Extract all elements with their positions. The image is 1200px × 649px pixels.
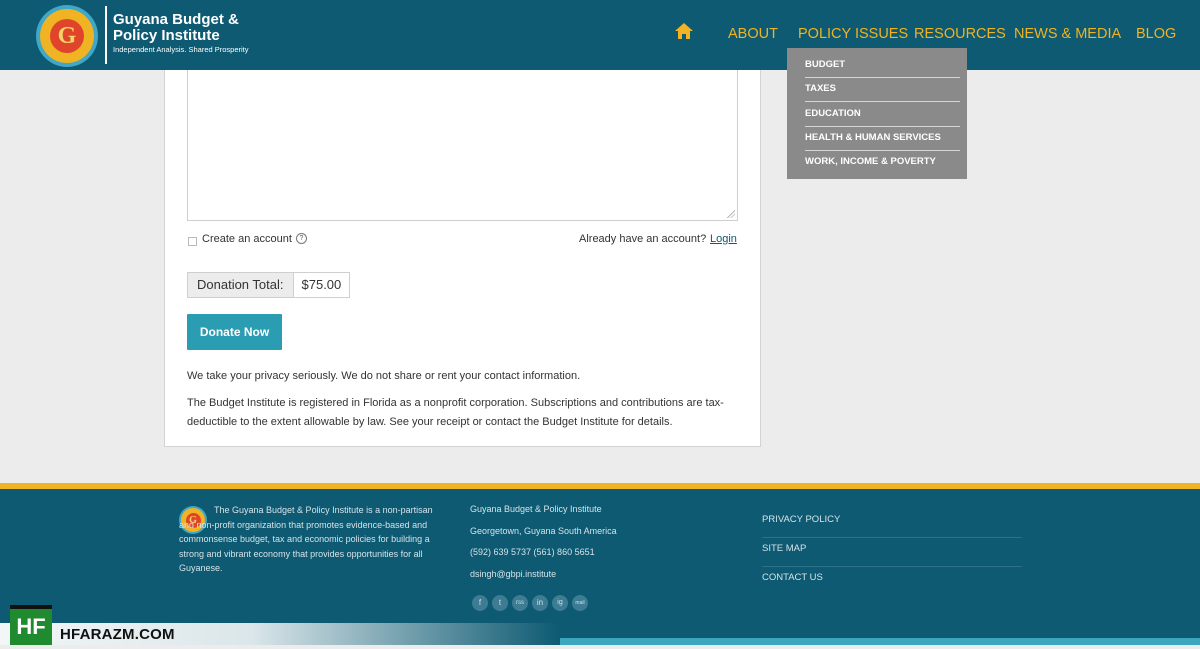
contact-us-link[interactable]: CONTACT US — [762, 567, 1022, 595]
policy-issues-dropdown: BUDGET TAXES EDUCATION HEALTH & HUMAN SE… — [787, 48, 967, 179]
logo-title-line1: Guyana Budget & — [113, 11, 239, 28]
watermark-badge: HF — [10, 605, 52, 645]
already-have-account-text: Already have an account? — [579, 233, 707, 245]
site-header: G Guyana Budget & Policy Institute Indep… — [0, 0, 1200, 70]
logo-tagline: Independent Analysis. Shared Prosperity — [113, 45, 249, 54]
logo-title-line2: Policy Institute — [113, 27, 220, 44]
logo-icon[interactable]: G — [36, 5, 98, 67]
footer-phone: (592) 639 5737 (561) 860 5651 — [470, 547, 595, 557]
footer-about-text: The Guyana Budget & Policy Institute is … — [179, 505, 433, 573]
logo-letter: G — [50, 19, 84, 53]
watermark-bottom-strip — [560, 638, 1200, 645]
nav-policy-issues[interactable]: POLICY ISSUES — [798, 26, 908, 42]
nav-about[interactable]: ABOUT — [728, 26, 778, 42]
email-icon[interactable]: mail — [572, 595, 588, 611]
nav-news-media[interactable]: NEWS & MEDIA — [1014, 26, 1121, 42]
instagram-icon[interactable]: ig — [552, 595, 568, 611]
watermark-badge-top — [10, 605, 52, 609]
donation-form-card: Create an account ? Already have an acco… — [164, 70, 761, 447]
site-map-link[interactable]: SITE MAP — [762, 538, 1022, 567]
dropdown-item-work-income[interactable]: WORK, INCOME & POVERTY — [805, 150, 960, 174]
dropdown-item-budget[interactable]: BUDGET — [805, 53, 960, 78]
watermark-text: HFARAZM.COM — [60, 626, 175, 643]
nav-resources[interactable]: RESOURCES — [914, 26, 1006, 42]
create-account-checkbox[interactable] — [188, 237, 197, 246]
privacy-policy-link[interactable]: PRIVACY POLICY — [762, 509, 1022, 538]
logo-title[interactable]: Guyana Budget & Policy Institute — [113, 12, 239, 44]
donate-now-button[interactable]: Donate Now — [187, 314, 282, 350]
login-link[interactable]: Login — [710, 233, 737, 245]
linkedin-icon[interactable]: in — [532, 595, 548, 611]
footer-links: PRIVACY POLICY SITE MAP CONTACT US — [762, 509, 1022, 595]
home-icon[interactable] — [673, 21, 695, 41]
logo-ring: G — [40, 9, 94, 63]
dropdown-item-taxes[interactable]: TAXES — [805, 77, 960, 102]
site-footer: G The Guyana Budget & Policy Institute i… — [0, 489, 1200, 645]
dropdown-item-health[interactable]: HEALTH & HUMAN SERVICES — [805, 126, 960, 151]
donation-total-label: Donation Total: — [188, 273, 294, 297]
footer-org-name: Guyana Budget & Policy Institute — [470, 504, 602, 514]
footer-address: Georgetown, Guyana South America — [470, 525, 617, 536]
comment-textarea[interactable] — [187, 70, 738, 221]
rss-icon[interactable]: rss — [512, 595, 528, 611]
dropdown-item-education[interactable]: EDUCATION — [805, 102, 960, 127]
nonprofit-notice: The Budget Institute is registered in Fl… — [187, 397, 724, 428]
nav-blog[interactable]: BLOG — [1136, 26, 1176, 42]
resize-handle-icon[interactable] — [727, 210, 735, 218]
footer-contact: Guyana Budget & Policy Institute Georget… — [470, 504, 617, 590]
logo-divider — [105, 6, 107, 64]
help-icon[interactable]: ? — [296, 233, 307, 244]
donation-total-value: $75.00 — [293, 273, 350, 297]
social-links: f t rss in ig mail — [472, 595, 588, 611]
footer-email[interactable]: dsingh@gbpi.institute — [470, 569, 617, 591]
create-account-label[interactable]: Create an account — [202, 233, 292, 245]
donation-total: Donation Total: $75.00 — [187, 272, 351, 298]
privacy-notice: We take your privacy seriously. We do no… — [187, 370, 581, 382]
facebook-icon[interactable]: f — [472, 595, 488, 611]
watermark-badge-text: HF — [16, 614, 46, 639]
twitter-icon[interactable]: t — [492, 595, 508, 611]
